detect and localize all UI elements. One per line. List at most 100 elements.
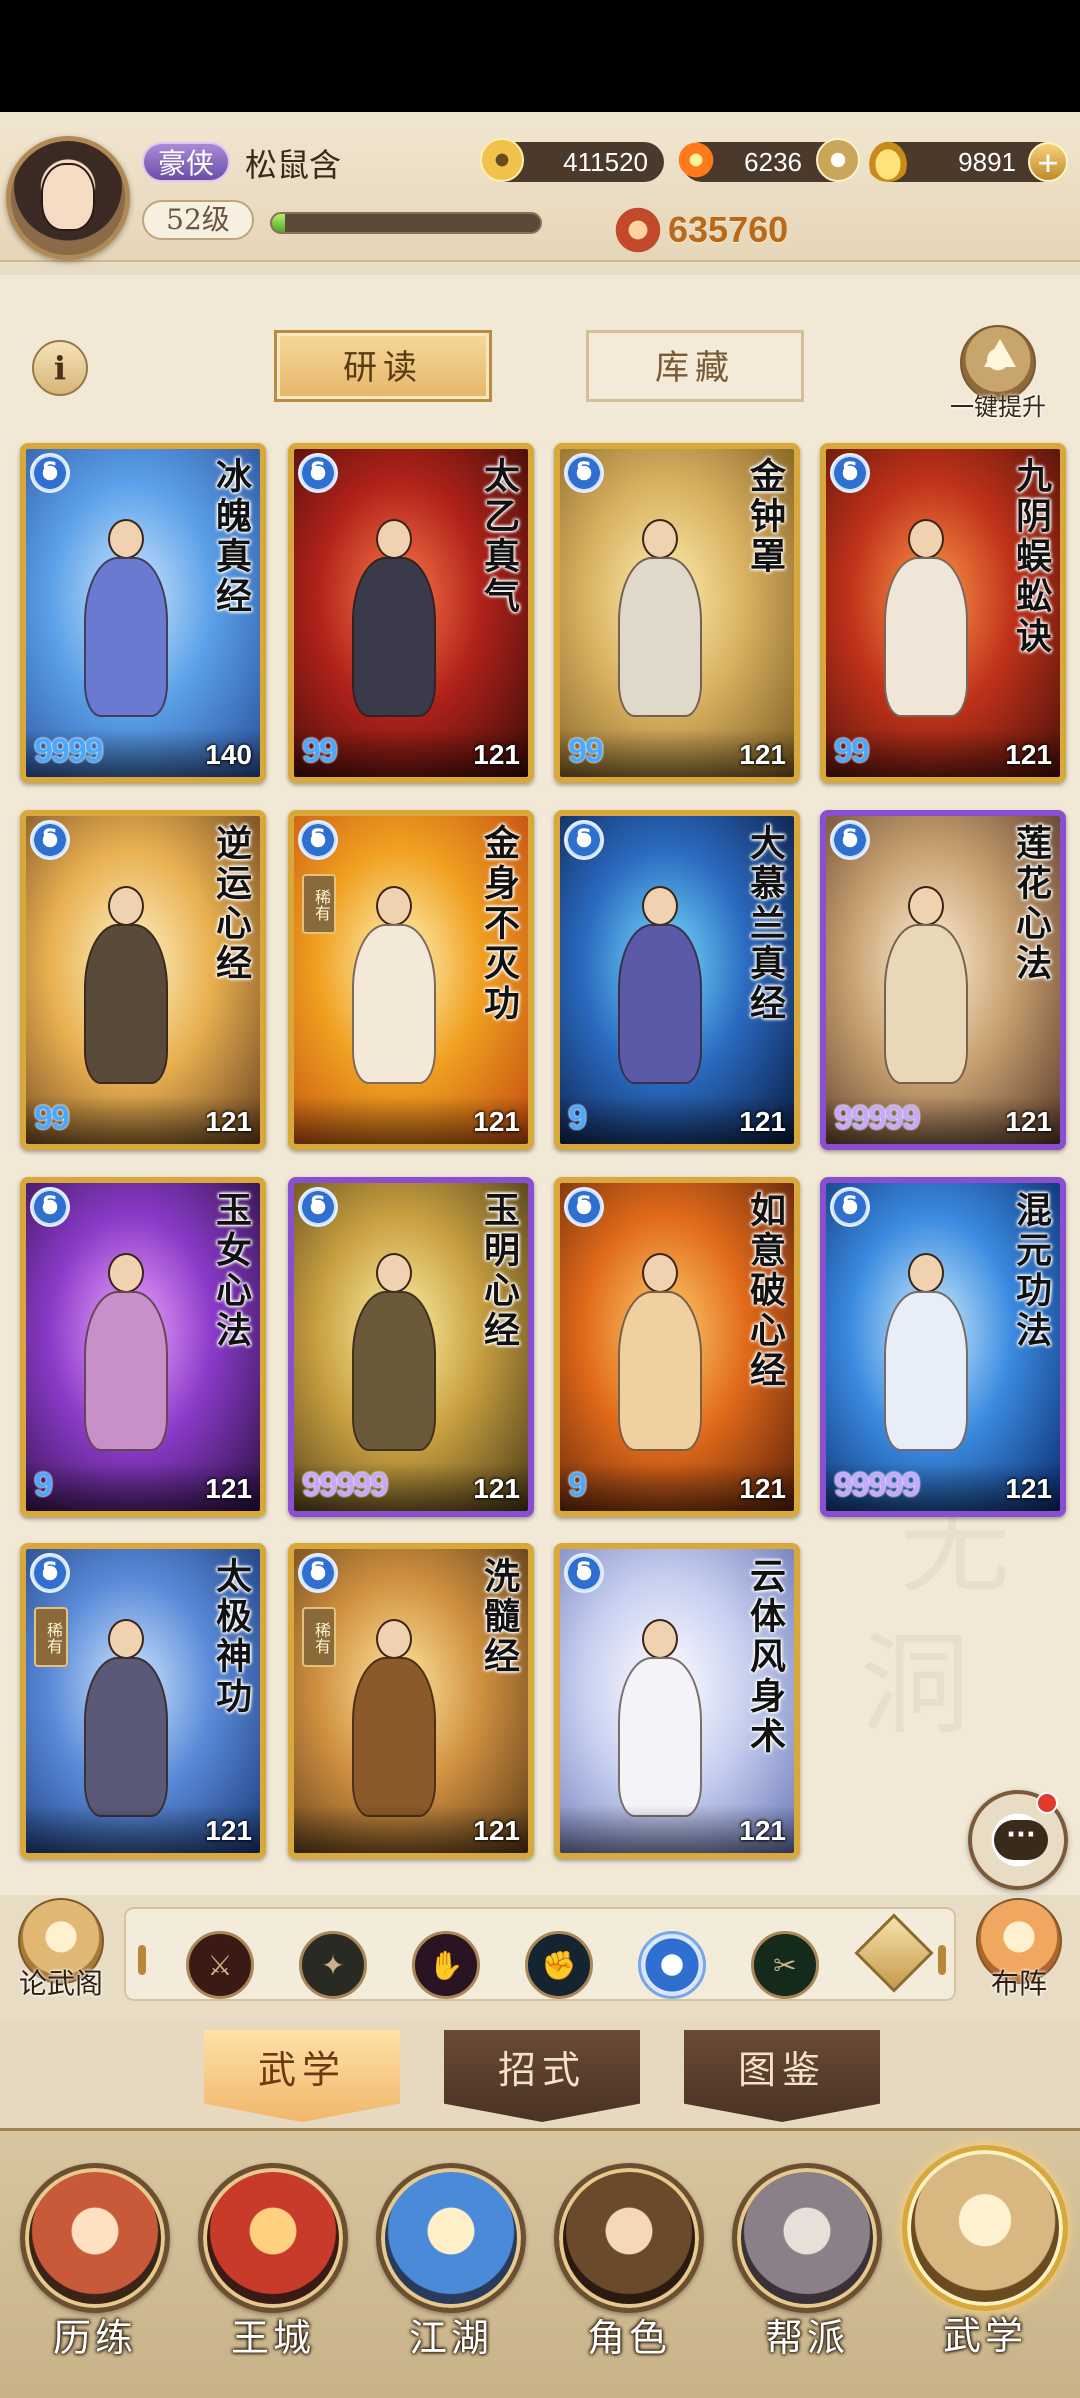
skill-card[interactable]: S 混元功法 99999 121 (820, 1177, 1066, 1517)
martial-artist-figure (338, 886, 448, 1086)
card-level: 121 (473, 739, 520, 770)
nav-item-2[interactable]: 江湖 (366, 2163, 536, 2373)
card-name: 莲花心法 (1010, 824, 1052, 984)
notification-badge (1036, 1792, 1058, 1814)
skill-card[interactable]: S 稀有 金身不灭功 121 (288, 810, 534, 1150)
inner-art-icon: S (30, 1187, 70, 1227)
skill-card[interactable]: S 九阴蜈蚣诀 99 121 (820, 443, 1066, 783)
add-gold-button[interactable]: + (1028, 142, 1068, 182)
player-avatar[interactable] (6, 136, 130, 260)
upgrade-label: 一键提升 (950, 393, 1046, 421)
skill-card[interactable]: S 冰魄真经 9999 140 (20, 443, 266, 783)
nav-label: 帮派 (764, 2316, 849, 2360)
nav-item-1[interactable]: 王城 (188, 2163, 358, 2373)
player-name: 松鼠含 (245, 146, 342, 184)
skill-card[interactable]: S 莲花心法 99999 121 (820, 810, 1066, 1150)
card-level: 121 (1005, 739, 1052, 770)
skill-card[interactable]: S 太乙真气 99 121 (288, 443, 534, 783)
skill-card[interactable]: S 大慕兰真经 9 121 (554, 810, 800, 1150)
avatar-face (41, 163, 95, 231)
skill-card[interactable]: S 稀有 太极神功 121 (20, 1543, 266, 1859)
skill-card[interactable]: S 逆运心经 99 121 (20, 810, 266, 1150)
card-level: 121 (205, 1106, 252, 1137)
card-level: 121 (1005, 1106, 1052, 1137)
card-level: 121 (739, 1815, 786, 1846)
subtab-0[interactable]: 武学 (204, 2030, 400, 2122)
martial-artist-figure (70, 519, 180, 719)
subtab-bar: 武学 招式 图鉴 (0, 2022, 1080, 2128)
one-click-upgrade-button[interactable]: 一键提升 (928, 325, 1068, 425)
fire-currency-counter: 6236 (674, 138, 860, 182)
card-name: 冰魄真经 (210, 457, 252, 617)
tab-storage[interactable]: 库藏 (586, 330, 804, 402)
card-level: 121 (473, 1106, 520, 1137)
skill-card[interactable]: S 玉明心经 99999 121 (288, 1177, 534, 1517)
card-name: 如意破心经 (744, 1191, 786, 1391)
skill-card[interactable]: S 云体风身术 121 (554, 1543, 800, 1859)
martial-artist-figure (338, 1619, 448, 1819)
rare-tag: 稀有 (34, 1607, 68, 1667)
nav-label: 江湖 (408, 2316, 493, 2360)
nav-item-5[interactable]: 武学 (900, 2145, 1070, 2358)
card-level: 121 (205, 1815, 252, 1846)
palm-icon[interactable]: ✋ (412, 1931, 480, 1999)
inner-art-icon[interactable] (638, 1931, 706, 1999)
card-level: 121 (739, 739, 786, 770)
formation-label: 布阵 (990, 1967, 1047, 2000)
fist-icon[interactable]: ✊ (525, 1931, 593, 1999)
nav-label: 历练 (52, 2316, 137, 2360)
xp-bar (270, 212, 542, 234)
martial-artist-figure (338, 1253, 448, 1453)
inner-art-icon: S (298, 820, 338, 860)
nav-item-3[interactable]: 角色 (544, 2163, 714, 2373)
martial-pavilion-label: 论武阁 (18, 1967, 103, 2000)
card-level: 140 (205, 739, 252, 770)
nav-label: 角色 (586, 2316, 671, 2360)
chat-button[interactable]: ··· (968, 1790, 1068, 1890)
rare-tag: 稀有 (302, 874, 336, 934)
martial-pavilion-button[interactable]: 论武阁 (6, 1898, 116, 2008)
martial-artist-figure (604, 519, 714, 719)
movement-icon[interactable]: ✂ (751, 1931, 819, 1999)
card-name: 玉明心经 (478, 1191, 520, 1351)
skill-card[interactable]: S 稀有 洗髓经 121 (288, 1543, 534, 1859)
blade-icon[interactable]: ⚔ (186, 1931, 254, 1999)
player-header: 豪侠 松鼠含 52级 411520 6236 9891 + 635760 (0, 112, 1080, 262)
background-calligraphy: 洞 (860, 1621, 970, 1749)
gold-ingot-icon (866, 138, 910, 182)
inner-art-icon: S (564, 453, 604, 493)
card-name: 逆运心经 (210, 824, 252, 984)
martial-artist-figure (70, 1619, 180, 1819)
combat-power-icon (612, 204, 664, 256)
martial-artist-figure (338, 519, 448, 719)
card-level: 121 (1005, 1473, 1052, 1504)
inner-art-icon: S (30, 1553, 70, 1593)
subtab-2[interactable]: 图鉴 (684, 2030, 880, 2122)
card-name: 云体风身术 (744, 1557, 786, 1757)
tab-study[interactable]: 研读 (274, 330, 492, 402)
skill-card[interactable]: S 如意破心经 9 121 (554, 1177, 800, 1517)
card-stars: 99 (568, 732, 604, 770)
skill-card[interactable]: S 金钟罩 99 121 (554, 443, 800, 783)
sword-icon[interactable]: ✦ (299, 1931, 367, 1999)
card-name: 混元功法 (1010, 1191, 1052, 1351)
card-stars: 9 (34, 1466, 53, 1504)
expand-arrow-icon[interactable] (854, 1913, 934, 1993)
formation-button[interactable]: 布阵 (964, 1898, 1074, 2008)
combat-power: 635760 (612, 204, 788, 256)
level-pill: 52级 (142, 200, 254, 240)
nav-item-4[interactable]: 帮派 (722, 2163, 892, 2373)
card-level: 121 (739, 1106, 786, 1137)
card-name: 玉女心法 (210, 1191, 252, 1351)
martial-artist-figure (604, 1253, 714, 1453)
martial-artist-figure (870, 1253, 980, 1453)
skill-card[interactable]: S 玉女心法 9 121 (20, 1177, 266, 1517)
nav-item-0[interactable]: 历练 (10, 2163, 180, 2373)
info-button[interactable]: i (32, 340, 88, 396)
inner-art-icon: S (830, 820, 870, 860)
subtab-1[interactable]: 招式 (444, 2030, 640, 2122)
fire-currency-icon (674, 138, 718, 182)
card-stars: 9 (568, 1466, 587, 1504)
card-level: 121 (739, 1473, 786, 1504)
jianghu-icon (376, 2163, 526, 2313)
